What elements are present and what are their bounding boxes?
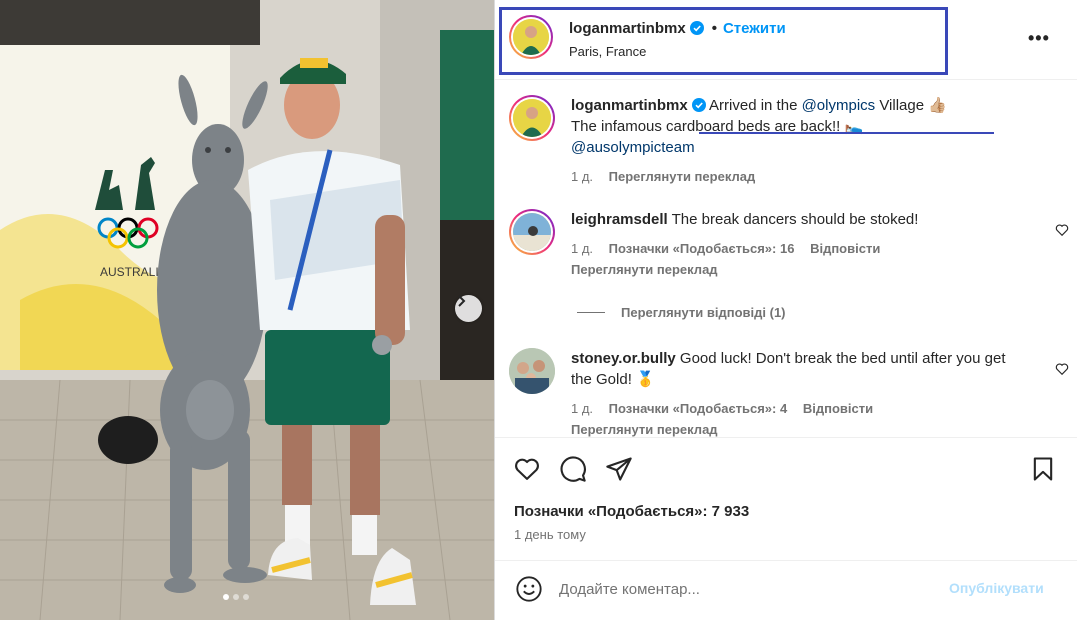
comment-text: The break dancers should be stoked! (671, 211, 919, 228)
highlight-box (499, 7, 948, 75)
caption-text-after: Village (875, 97, 929, 114)
mention-olympics[interactable]: @olympics (802, 97, 876, 114)
avatar-image (513, 213, 551, 251)
view-replies-label: Переглянути відповіді (1) (621, 305, 786, 320)
mention-ausolympicteam[interactable]: @ausolympicteam (571, 139, 695, 156)
reply-button[interactable]: Відповісти (803, 401, 873, 416)
bookmark-icon (1033, 457, 1053, 481)
smiley-icon (516, 576, 542, 602)
carousel-dot (233, 594, 239, 600)
author-username[interactable]: loganmartinbmx (569, 20, 686, 37)
caption-age: 1 д. (571, 169, 594, 184)
follow-button[interactable]: Стежити (723, 20, 786, 37)
share-button[interactable] (605, 455, 633, 483)
replies-line (577, 312, 605, 313)
publish-button[interactable]: Опублікувати (949, 580, 1044, 596)
avatar-image (509, 348, 555, 394)
comment-button[interactable] (559, 455, 587, 483)
carousel-dot (243, 594, 249, 600)
commenter-username[interactable]: stoney.or.bully (571, 350, 676, 367)
separator-dot: • (711, 20, 717, 37)
commenter-avatar[interactable] (509, 348, 555, 394)
comment-age: 1 д. (571, 241, 594, 256)
photo-illustration: AUSTRALIA (0, 0, 494, 620)
comment-likes-link[interactable]: Позначки «Подобається»: 16 (609, 241, 795, 256)
carousel-next-button[interactable] (455, 295, 482, 322)
post-photo: AUSTRALIA (0, 0, 494, 620)
caption-username[interactable]: loganmartinbmx (571, 97, 688, 114)
save-button[interactable] (1029, 455, 1057, 483)
post-actions: Позначки «Подобається»: 7 933 1 день том… (495, 437, 1077, 557)
banner-text: AUSTRALIA (100, 265, 167, 279)
avatar-image (513, 19, 549, 55)
add-comment-bar: Опублікувати (495, 560, 1077, 620)
like-button[interactable] (513, 455, 541, 483)
author-avatar[interactable] (509, 15, 553, 59)
comment-age: 1 д. (571, 401, 594, 416)
post-location[interactable]: Paris, France (569, 44, 646, 59)
gold-medal-emoji: 🥇 (636, 371, 655, 388)
caption-text: loganmartinbmx Arrived in the @olympics … (571, 95, 1021, 187)
likes-count[interactable]: Позначки «Подобається»: 7 933 (514, 503, 749, 520)
verified-badge-icon (691, 98, 706, 112)
comment-input[interactable] (559, 577, 919, 601)
send-icon (606, 457, 632, 481)
highlight-underline (699, 132, 994, 134)
reply-button[interactable]: Відповісти (810, 241, 880, 256)
carousel-dot (223, 594, 229, 600)
comments-list[interactable]: loganmartinbmx Arrived in the @olympics … (495, 81, 1077, 437)
commenter-username[interactable]: leighramsdell (571, 211, 668, 228)
caption-avatar[interactable] (509, 95, 555, 141)
post-side-panel: loganmartinbmx • Стежити Paris, France •••… (495, 0, 1077, 620)
commenter-avatar[interactable] (509, 209, 555, 255)
post-timestamp: 1 день тому (514, 527, 586, 542)
emoji-button[interactable] (515, 575, 543, 603)
thumbs-up-emoji: 👍🏼 (928, 97, 947, 114)
view-replies-button[interactable]: Переглянути відповіді (1) (577, 305, 786, 320)
comment-translate-link[interactable]: Переглянути переклад (571, 419, 1016, 437)
chevron-right-icon (458, 295, 466, 307)
avatar-image (513, 99, 551, 137)
comment-translate-link[interactable]: Переглянути переклад (571, 259, 1021, 280)
caption-translate-link[interactable]: Переглянути переклад (609, 169, 756, 184)
more-options-button[interactable]: ••• (1028, 28, 1050, 49)
heart-icon (515, 458, 539, 480)
comment-likes-link[interactable]: Позначки «Подобається»: 4 (609, 401, 788, 416)
like-comment-heart-icon[interactable] (1055, 362, 1069, 376)
caption-text-before: Arrived in the (709, 97, 802, 114)
carousel-indicator (223, 594, 249, 600)
post-header: loganmartinbmx • Стежити Paris, France ••• (495, 0, 1077, 80)
verified-badge-icon (689, 21, 704, 35)
like-comment-heart-icon[interactable] (1055, 223, 1069, 237)
comment-icon (560, 456, 586, 482)
